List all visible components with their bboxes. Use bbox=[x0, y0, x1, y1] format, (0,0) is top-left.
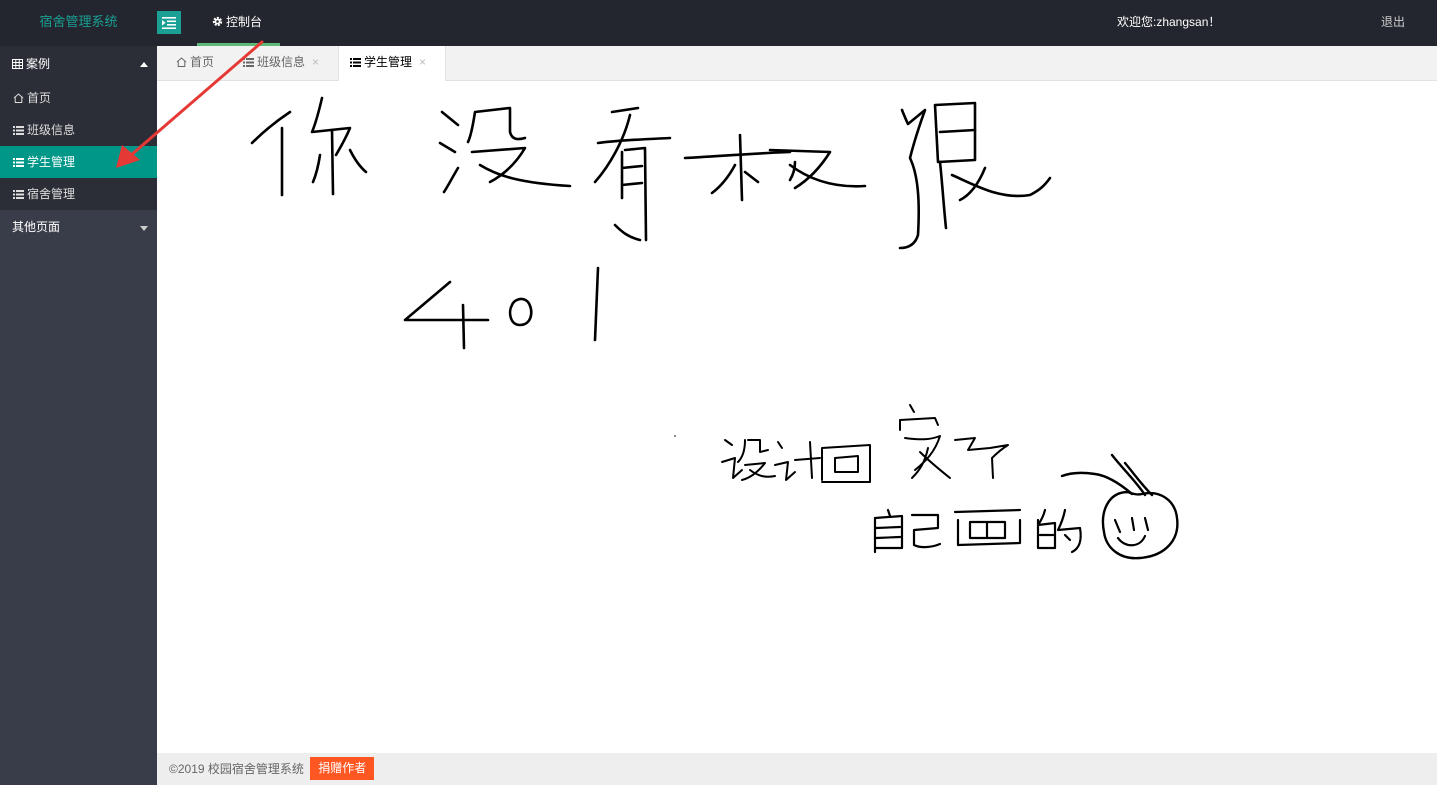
close-icon[interactable]: × bbox=[419, 55, 426, 69]
console-nav-item[interactable]: 控制台 bbox=[197, 0, 280, 46]
sidebar-item-label: 学生管理 bbox=[27, 155, 76, 169]
footer: ©2019 校园宿舍管理系统 捐赠作者 bbox=[157, 753, 1437, 785]
sidebar-item-label: 班级信息 bbox=[27, 123, 76, 137]
tab-label: 学生管理 bbox=[364, 55, 413, 69]
sidebar-item-label: 宿舍管理 bbox=[27, 187, 76, 201]
tab-student-management[interactable]: 学生管理 × bbox=[338, 46, 446, 81]
list-icon bbox=[13, 126, 24, 135]
sidebar-item-student-management[interactable]: 学生管理 bbox=[0, 146, 157, 178]
sidebar-group-cases[interactable]: 案例 bbox=[0, 46, 157, 82]
logout-link[interactable]: 退出 bbox=[1381, 0, 1405, 46]
sidebar-item-label: 首页 bbox=[27, 91, 52, 105]
content-area bbox=[157, 81, 1437, 753]
caret-down-icon bbox=[140, 226, 148, 231]
list-icon bbox=[13, 190, 24, 199]
tab-label: 首页 bbox=[190, 55, 215, 69]
caret-up-icon bbox=[140, 62, 148, 67]
welcome-text: 欢迎您:zhangsan！ bbox=[1117, 15, 1221, 29]
grid-icon bbox=[12, 59, 23, 69]
sidebar-group-label: 案例 bbox=[26, 57, 51, 71]
list-icon bbox=[13, 158, 24, 167]
copyright-text: ©2019 校园宿舍管理系统 bbox=[169, 762, 304, 776]
handwritten-401-image bbox=[250, 96, 1179, 560]
donate-button[interactable]: 捐赠作者 bbox=[310, 757, 375, 781]
tab-bar: 首页 班级信息 × 学生管理 × bbox=[157, 46, 1437, 81]
app-logo[interactable]: 宿舍管理系统 bbox=[0, 0, 157, 46]
tab-label: 班级信息 bbox=[257, 55, 306, 69]
top-bar: 宿舍管理系统 控制台 欢迎您:zhangsan！ 退出 bbox=[0, 0, 1437, 46]
tab-class-info[interactable]: 班级信息 × bbox=[243, 46, 319, 81]
tab-home[interactable]: 首页 bbox=[176, 46, 214, 81]
sidebar-item-class-info[interactable]: 班级信息 bbox=[0, 114, 157, 146]
sidebar-group-other-pages[interactable]: 其他页面 bbox=[0, 210, 157, 245]
sidebar-item-dorm-management[interactable]: 宿舍管理 bbox=[0, 178, 157, 210]
close-icon[interactable]: × bbox=[312, 55, 319, 69]
gear-icon bbox=[212, 16, 223, 27]
home-icon bbox=[176, 57, 187, 67]
sidebar: 案例 首页 班级信息 学生管理 宿舍管理 其他页面 bbox=[0, 46, 157, 785]
list-icon bbox=[243, 58, 254, 67]
sidebar-toggle-button[interactable] bbox=[157, 11, 181, 34]
sidebar-group-label: 其他页面 bbox=[12, 220, 61, 234]
console-label: 控制台 bbox=[226, 15, 263, 29]
sidebar-item-home[interactable]: 首页 bbox=[0, 82, 157, 114]
home-icon bbox=[13, 93, 24, 103]
list-icon bbox=[350, 58, 361, 67]
menu-toggle-icon bbox=[162, 16, 176, 29]
